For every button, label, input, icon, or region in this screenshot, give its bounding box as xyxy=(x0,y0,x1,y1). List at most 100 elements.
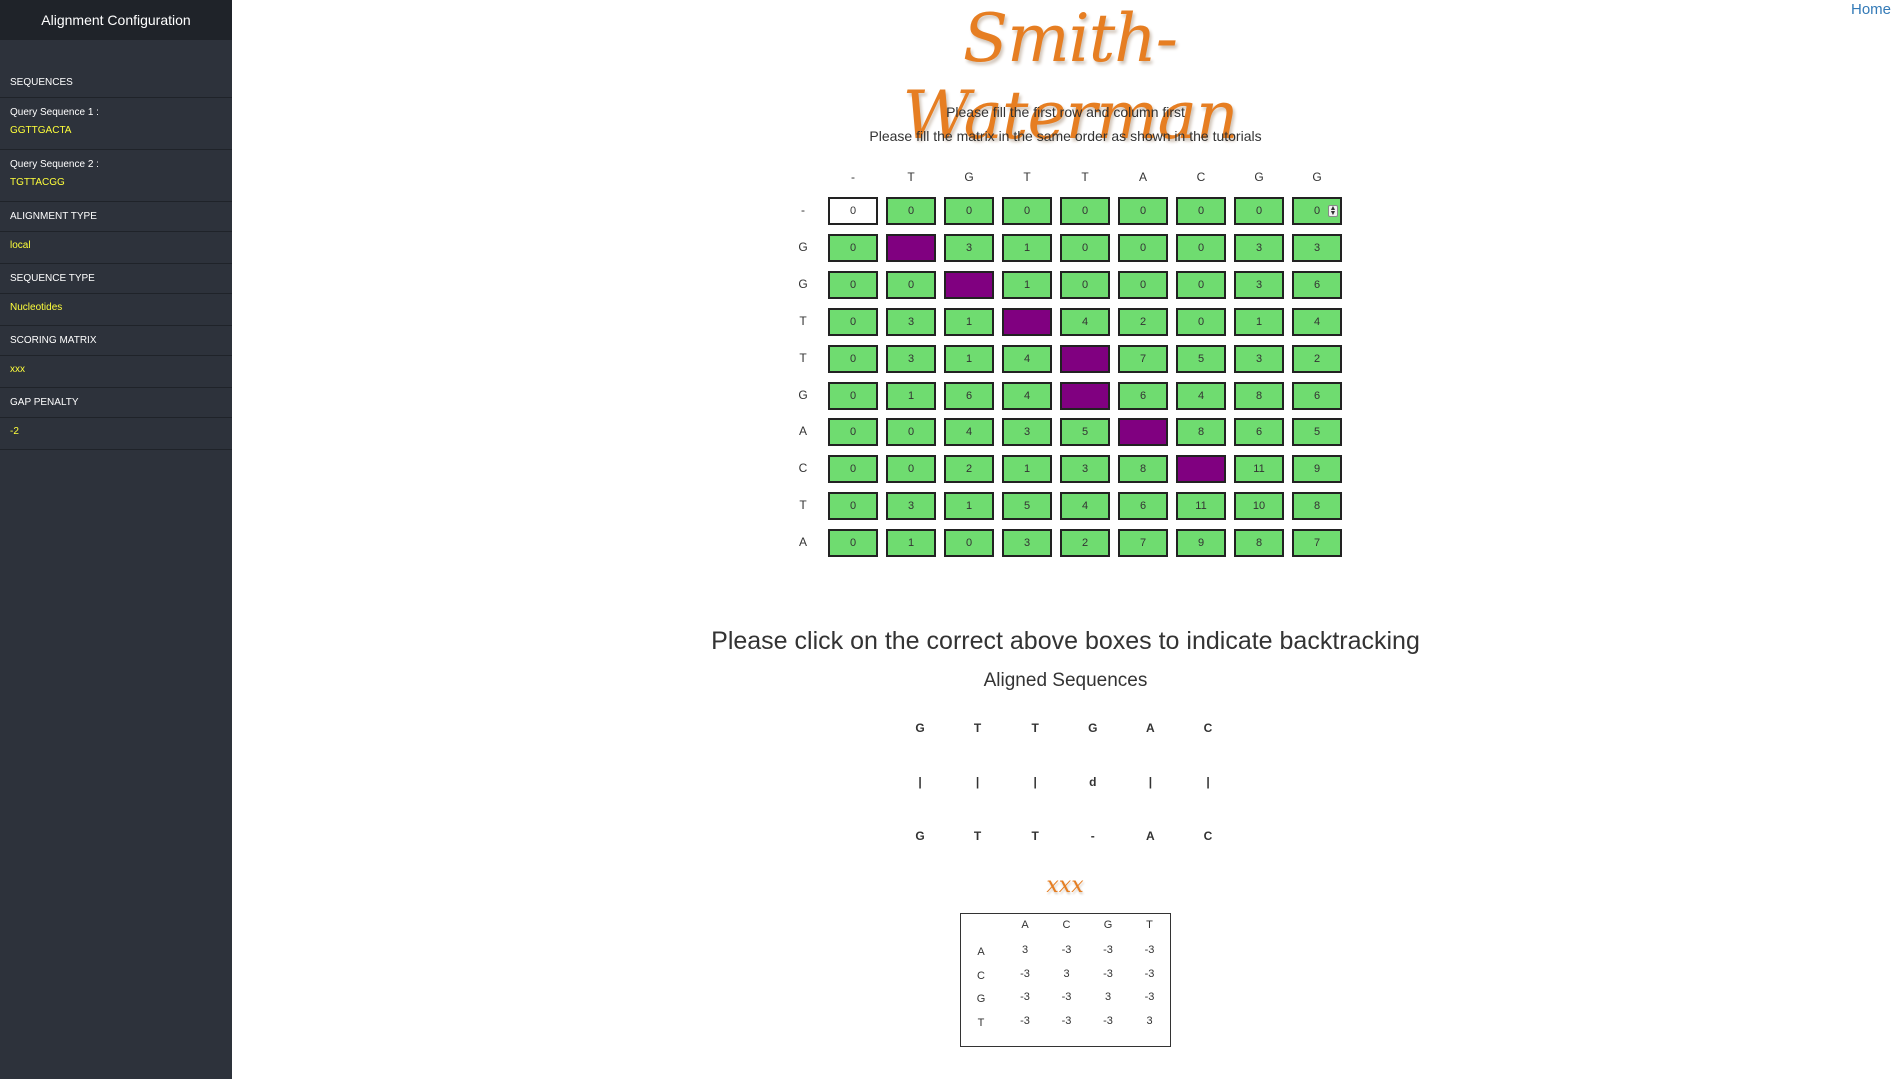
matrix-cell[interactable] xyxy=(1060,381,1110,410)
matrix-cell[interactable]: 6 xyxy=(1234,418,1284,447)
matrix-cell[interactable]: 1 xyxy=(1002,270,1052,299)
scoring-matrix-table: A C G T A C G T 3 -3 -3 -3 -3 3 -3 -3 -3 -3 3 -3 -3 -3 -3 3 xyxy=(960,913,1171,1047)
matrix-cell[interactable]: 3 xyxy=(1002,529,1052,558)
matrix-cell[interactable]: 10 xyxy=(1234,492,1284,521)
matrix-cell[interactable]: 3 xyxy=(1002,418,1052,447)
matrix-cell[interactable]: 8 xyxy=(1234,529,1284,558)
matrix-cell[interactable]: 0 xyxy=(828,270,878,299)
matrix-cell[interactable]: 2 xyxy=(1118,307,1168,336)
matrix-cell[interactable] xyxy=(886,233,936,262)
matrix-cell[interactable]: 1 xyxy=(944,307,994,336)
scoring-cell: 3 xyxy=(1146,1014,1153,1027)
matrix-cell[interactable]: 8 xyxy=(1118,455,1168,484)
matrix-cell[interactable]: 3 xyxy=(886,344,936,373)
matrix-cell[interactable]: 0 xyxy=(944,197,994,225)
matrix-cell[interactable]: 6 xyxy=(1292,270,1342,299)
aligned-match-char: | xyxy=(975,775,980,789)
home-link[interactable]: Home xyxy=(1851,1,1891,18)
matrix-cell[interactable]: 0 xyxy=(886,418,936,447)
matrix-cell[interactable]: 7 xyxy=(1118,344,1168,373)
matrix-cell[interactable]: 0 xyxy=(1176,307,1226,336)
matrix-cell[interactable]: 1 xyxy=(1234,307,1284,336)
matrix-col-header: C xyxy=(1196,170,1206,184)
matrix-cell[interactable]: 3 xyxy=(944,233,994,262)
matrix-cell[interactable]: 0 xyxy=(1176,233,1226,262)
matrix-cell[interactable]: 0 xyxy=(828,307,878,336)
matrix-cell[interactable]: 7 xyxy=(1118,529,1168,558)
matrix-cell[interactable]: 0 xyxy=(886,455,936,484)
matrix-cell[interactable]: 8 xyxy=(1292,492,1342,521)
matrix-cell[interactable]: 5 xyxy=(1060,418,1110,447)
matrix-cell[interactable]: 4 xyxy=(944,418,994,447)
matrix-cell[interactable]: 4 xyxy=(1060,307,1110,336)
matrix-cell[interactable]: 1 xyxy=(1002,233,1052,262)
matrix-cell[interactable]: 6 xyxy=(1118,381,1168,410)
aligned-char-top: T xyxy=(973,721,982,735)
matrix-cell[interactable]: 0 xyxy=(1118,270,1168,299)
matrix-cell[interactable] xyxy=(1002,307,1052,336)
matrix-cell[interactable]: 3 xyxy=(1060,455,1110,484)
matrix-cell[interactable]: 7 xyxy=(1292,529,1342,558)
spinner-arrows-icon[interactable]: ▲ ▼ xyxy=(1328,205,1338,217)
matrix-cell[interactable] xyxy=(1176,455,1226,484)
matrix-cell[interactable]: 1 xyxy=(886,529,936,558)
matrix-cell[interactable]: 2 xyxy=(944,455,994,484)
matrix-cell[interactable]: 9 xyxy=(1292,455,1342,484)
matrix-cell[interactable]: 5 xyxy=(1002,492,1052,521)
matrix-cell[interactable]: 8 xyxy=(1234,381,1284,410)
matrix-row-header: - xyxy=(801,203,805,217)
matrix-cell[interactable]: 0 ▲ ▼ xyxy=(1292,197,1342,225)
matrix-cell[interactable]: 0 xyxy=(944,529,994,558)
matrix-cell[interactable]: 0 xyxy=(1176,197,1226,225)
matrix-cell[interactable]: 3 xyxy=(1292,233,1342,262)
matrix-cell[interactable]: 0 xyxy=(886,270,936,299)
matrix-cell[interactable]: 5 xyxy=(1176,344,1226,373)
matrix-cell[interactable]: 6 xyxy=(1118,492,1168,521)
matrix-cell[interactable]: 1 xyxy=(1002,455,1052,484)
matrix-cell[interactable]: 4 xyxy=(1002,381,1052,410)
matrix-cell[interactable]: 0 xyxy=(828,418,878,447)
matrix-cell[interactable]: 1 xyxy=(944,492,994,521)
matrix-cell[interactable]: 3 xyxy=(886,307,936,336)
aligned-char-top: C xyxy=(1203,721,1213,735)
matrix-cell[interactable]: 0 xyxy=(1234,197,1284,225)
matrix-cell[interactable]: 0 xyxy=(828,455,878,484)
matrix-cell[interactable]: 0 xyxy=(1176,270,1226,299)
matrix-cell[interactable]: 0 xyxy=(1118,233,1168,262)
matrix-cell[interactable]: 3 xyxy=(1234,270,1284,299)
matrix-cell[interactable]: 1 xyxy=(944,344,994,373)
scoring-row-header: G xyxy=(976,993,986,1005)
matrix-cell[interactable]: 0 xyxy=(1060,233,1110,262)
matrix-cell[interactable]: 4 xyxy=(1002,344,1052,373)
matrix-cell[interactable]: 0 xyxy=(828,233,878,262)
matrix-cell[interactable]: 3 xyxy=(1234,233,1284,262)
matrix-cell[interactable]: 2 xyxy=(1060,529,1110,558)
matrix-cell[interactable]: 0 xyxy=(1118,197,1168,225)
matrix-cell[interactable]: 4 xyxy=(1292,307,1342,336)
matrix-cell[interactable]: 0 xyxy=(828,529,878,558)
matrix-cell[interactable]: 0 xyxy=(1060,197,1110,225)
matrix-cell[interactable]: 0 xyxy=(886,197,936,225)
matrix-cell[interactable]: 0 xyxy=(1060,270,1110,299)
matrix-cell[interactable] xyxy=(1118,418,1168,447)
matrix-cell[interactable]: 4 xyxy=(1176,381,1226,410)
matrix-cell[interactable]: 0 xyxy=(828,197,878,225)
matrix-cell[interactable]: 4 xyxy=(1060,492,1110,521)
matrix-cell[interactable]: 3 xyxy=(886,492,936,521)
matrix-cell[interactable]: 0 xyxy=(828,344,878,373)
matrix-cell[interactable]: 0 xyxy=(1002,197,1052,225)
matrix-cell[interactable]: 6 xyxy=(944,381,994,410)
matrix-cell[interactable]: 3 xyxy=(1234,344,1284,373)
matrix-cell[interactable]: 2 xyxy=(1292,344,1342,373)
matrix-cell[interactable]: 8 xyxy=(1176,418,1226,447)
matrix-cell[interactable]: 0 xyxy=(828,381,878,410)
matrix-cell[interactable] xyxy=(944,270,994,299)
matrix-cell[interactable]: 11 xyxy=(1176,492,1226,521)
matrix-cell[interactable]: 6 xyxy=(1292,381,1342,410)
matrix-cell[interactable]: 0 xyxy=(828,492,878,521)
matrix-cell[interactable]: 1 xyxy=(886,381,936,410)
matrix-cell[interactable]: 9 xyxy=(1176,529,1226,558)
matrix-cell[interactable]: 11 xyxy=(1234,455,1284,484)
matrix-cell[interactable]: 5 xyxy=(1292,418,1342,447)
matrix-cell[interactable] xyxy=(1060,344,1110,373)
